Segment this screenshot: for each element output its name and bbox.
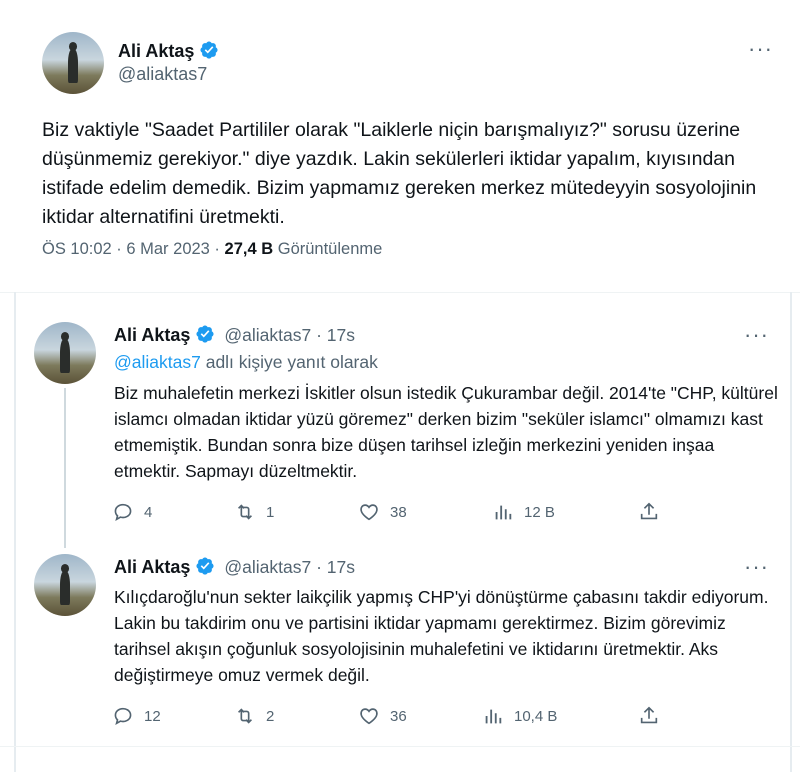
reply-author-name-text[interactable]: Ali Aktaş: [114, 325, 190, 345]
views-button[interactable]: 12 B: [492, 501, 555, 523]
action-bar: 12 2 36 10,4 B: [112, 705, 672, 729]
thread-connector-line: [64, 388, 66, 548]
author-name[interactable]: Ali Aktaş: [118, 40, 219, 65]
more-options-icon[interactable]: ···: [748, 36, 773, 62]
like-count: 36: [390, 707, 407, 725]
heart-icon: [360, 708, 378, 725]
divider: [0, 746, 800, 747]
replying-to-suffix: adlı kişiye yanıt olarak: [200, 352, 378, 372]
replying-to: @aliaktas7 adlı kişiye yanıt olarak: [114, 352, 378, 373]
retweet-icon: [237, 708, 253, 724]
left-border: [14, 292, 16, 772]
reply-icon: [114, 503, 132, 522]
reply-button[interactable]: 12: [112, 705, 161, 727]
views-label: Görüntülenme: [277, 240, 383, 258]
reply-icon: [114, 707, 132, 726]
reply-handle-time[interactable]: @aliaktas7 · 17s: [224, 325, 355, 345]
views-count: 12 B: [524, 503, 555, 521]
avatar[interactable]: [34, 322, 96, 384]
like-count: 38: [390, 503, 407, 521]
avatar[interactable]: [42, 32, 104, 94]
reply-handle-time[interactable]: @aliaktas7 · 17s: [224, 557, 355, 577]
verified-badge-icon: [195, 556, 215, 581]
verified-badge-icon: [195, 324, 215, 349]
retweet-button[interactable]: 1: [234, 501, 274, 523]
analytics-icon: [495, 505, 512, 520]
retweet-count: 1: [266, 503, 275, 521]
share-icon: [640, 706, 658, 724]
action-bar: 4 1 38 12 B: [112, 501, 672, 525]
like-button[interactable]: 38: [358, 501, 407, 523]
tweet-meta: ÖS 10:02 · 6 Mar 2023 · 27,4 B Görüntüle…: [42, 240, 382, 259]
more-options-icon[interactable]: ···: [744, 554, 769, 580]
retweet-icon: [237, 504, 253, 520]
author-handle[interactable]: @aliaktas7: [118, 64, 207, 85]
reply-text: Biz muhalefetin merkezi İskitler olsun i…: [114, 383, 778, 481]
author-name-text[interactable]: Ali Aktaş: [118, 41, 194, 61]
views-count: 27,4 B: [224, 240, 274, 258]
reply-author-name[interactable]: Ali Aktaş @aliaktas7 · 17s: [114, 556, 355, 581]
reply-count: 4: [144, 503, 153, 521]
analytics-icon: [485, 709, 502, 724]
retweet-count: 2: [266, 707, 275, 725]
reply-author-name-text[interactable]: Ali Aktaş: [114, 557, 190, 577]
share-icon: [640, 502, 658, 520]
reply-author-name[interactable]: Ali Aktaş @aliaktas7 · 17s: [114, 324, 355, 349]
replying-to-link[interactable]: @aliaktas7: [114, 352, 201, 372]
views-count: 10,4 B: [514, 707, 558, 725]
more-options-icon[interactable]: ···: [744, 322, 769, 348]
share-button[interactable]: [638, 501, 660, 523]
verified-badge-icon: [199, 40, 219, 65]
share-button[interactable]: [638, 705, 660, 727]
like-button[interactable]: 36: [358, 705, 407, 727]
retweet-button[interactable]: 2: [234, 705, 274, 727]
views-button[interactable]: 10,4 B: [482, 705, 557, 727]
reply-count: 12: [144, 707, 161, 725]
divider: [0, 292, 800, 293]
right-border: [790, 292, 792, 772]
avatar[interactable]: [34, 554, 96, 616]
tweet-text: Biz vaktiyle "Saadet Partililer olarak "…: [42, 119, 757, 228]
reply-text: Kılıçdaroğlu'nun sekter laikçilik yapmış…: [114, 587, 769, 685]
heart-icon: [360, 504, 378, 521]
tweet-timestamp[interactable]: ÖS 10:02 · 6 Mar 2023 ·: [42, 240, 225, 258]
reply-button[interactable]: 4: [112, 501, 152, 523]
